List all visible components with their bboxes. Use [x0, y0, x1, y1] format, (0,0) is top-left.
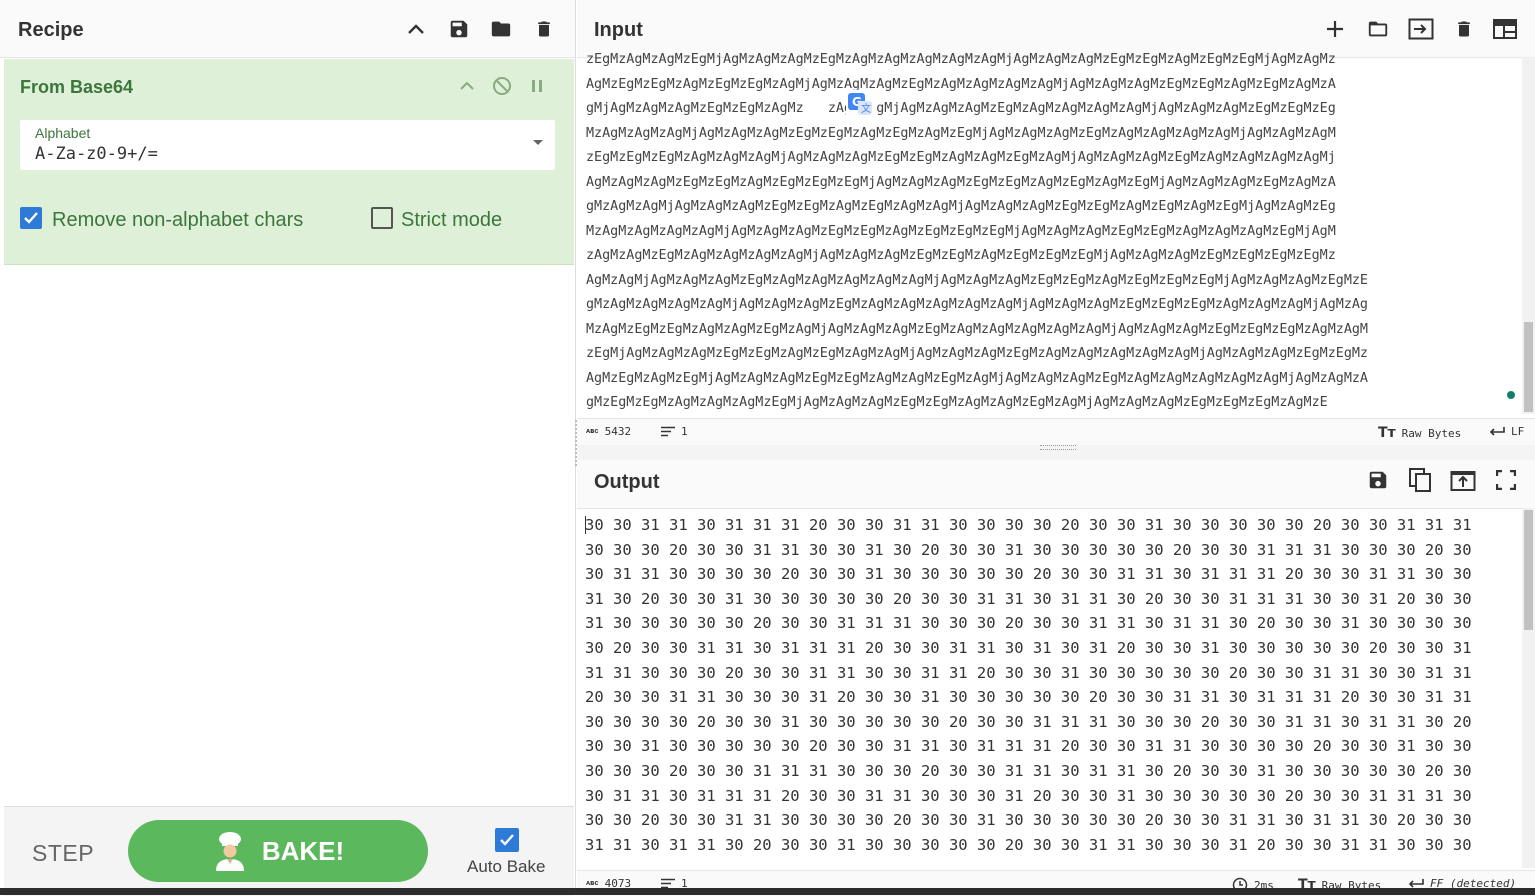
- copy-output-icon[interactable]: [1405, 465, 1435, 495]
- text-line: gMzEgMzEgMzAgMzAgMzAgMzEgMjAgMzAgMzAgMzE…: [586, 395, 1328, 410]
- chef-icon: [215, 832, 244, 871]
- clear-recipe-icon[interactable]: [529, 14, 559, 44]
- open-folder-icon[interactable]: [1406, 14, 1436, 44]
- remove-non-alphabet-label: Remove non-alphabet chars: [52, 209, 304, 231]
- text-line: 30 31 31 30 30 30 30 20 30 30 31 30 30 3…: [585, 565, 1472, 584]
- checkmark-icon: [500, 834, 514, 846]
- reset-layout-icon[interactable]: [1490, 14, 1520, 44]
- text-line: zEgMzAgMzAgMzEgMjAgMzAgMzAgMzEgMzAgMzAgM…: [586, 52, 1336, 67]
- text-line: 30 20 30 30 31 31 30 31 31 31 20 30 30 3…: [585, 638, 1472, 657]
- load-recipe-icon[interactable]: [486, 14, 516, 44]
- recipe-title: Recipe: [18, 19, 84, 41]
- output-scrollbar[interactable]: [1522, 508, 1535, 868]
- strict-mode-checkbox[interactable]: [371, 207, 393, 229]
- text-line: AgMzEgMzEgMzAgMzEgMzEgMzAgMjAgMzAgMzAgMz…: [586, 76, 1336, 92]
- save-recipe-icon[interactable]: [444, 14, 474, 44]
- text-line: 31 30 20 30 30 31 30 30 30 30 30 20 30 3…: [585, 589, 1472, 608]
- input-lines: 1: [661, 425, 688, 438]
- output-scrollbar-thumb[interactable]: [1524, 510, 1533, 630]
- text-line: 30 30 30 30 20 30 30 31 30 30 30 30 30 2…: [585, 712, 1472, 731]
- text-line: MzAgMzAgMzAgMjAgMzAgMzAgMzEgMzEgMzAgMzEg…: [586, 125, 1336, 141]
- text-line: gMjAgMzAgMzAgMzEgMzEgMzAgMz zAgMzEgMjAgM…: [586, 101, 1336, 116]
- text-line: 30 30 30 20 30 30 31 31 31 30 30 30 20 3…: [585, 761, 1472, 780]
- auto-bake-label: Auto Bake: [467, 857, 546, 876]
- text-line: AgMzEgMzAgMzEgMjAgMzAgMzAgMzEgMzEgMzAgMz…: [586, 370, 1368, 386]
- alphabet-label: Alphabet: [35, 125, 91, 141]
- text-line: gMzAgMzAgMjAgMzAgMzAgMzEgMzEgMzAgMzEgMzA…: [586, 199, 1336, 214]
- abc-icon: ᴀʙᴄ: [586, 427, 599, 435]
- bake-button[interactable]: BAKE!: [128, 820, 428, 882]
- add-input-tab-icon[interactable]: [1320, 14, 1350, 44]
- status-dot-icon: [1507, 391, 1515, 399]
- return-icon: [1489, 427, 1505, 436]
- input-title: Input: [594, 19, 643, 41]
- remove-non-alphabet-checkbox[interactable]: [20, 207, 42, 229]
- collapse-operation-icon[interactable]: [452, 71, 482, 101]
- output-panel: Output 30 30 31 31 30 31 31 31 20 30 30 …: [577, 460, 1535, 896]
- lines-icon: [661, 426, 675, 437]
- auto-bake-checkbox[interactable]: [495, 828, 519, 852]
- step-button[interactable]: STEP: [32, 840, 94, 867]
- text-line: 30 30 31 30 30 30 30 30 20 30 30 31 31 3…: [585, 737, 1472, 756]
- text-line: AgMzAgMjAgMzAgMzAgMzEgMzAgMzAgMzAgMzAgMz…: [586, 272, 1368, 288]
- recipe-title-bar: Recipe: [0, 0, 575, 58]
- input-status-bar: ᴀʙᴄ 5432 1 Tт Raw Bytes LF: [577, 418, 1535, 446]
- input-textarea[interactable]: zEgMzAgMzAgMzEgMjAgMzAgMzAgMzEgMzAgMzAgM…: [586, 48, 1521, 413]
- translate-icon: G 文: [848, 93, 872, 115]
- input-encoding-value: Raw Bytes: [1401, 426, 1462, 440]
- output-title-bar: Output: [577, 460, 1535, 509]
- checkmark-icon: [24, 212, 38, 224]
- text-line: AgMzAgMzAgMzEgMzEgMzAgMzEgMzEgMzEgMjAgMz…: [586, 174, 1336, 190]
- text-format-icon: Tт: [1378, 425, 1396, 441]
- translate-popup[interactable]: G 文: [846, 90, 876, 118]
- text-line: 31 30 30 30 30 30 20 30 30 31 31 31 30 3…: [585, 614, 1472, 633]
- alphabet-select[interactable]: Alphabet A-Za-z0-9+/=: [20, 120, 555, 170]
- operation-from-base64[interactable]: From Base64 Alphabet A-Za-z0-9+/= Remove…: [4, 59, 574, 265]
- clear-input-icon[interactable]: [1449, 14, 1479, 44]
- input-eol[interactable]: LF: [1489, 425, 1524, 438]
- text-line: 30 30 31 31 30 31 31 31 20 30 30 31 31 3…: [585, 516, 1472, 534]
- input-panel: Input zEgMzAgMzAgMzEgMjAgMzAgMzAgMzEgMzA…: [577, 0, 1535, 446]
- replace-input-icon[interactable]: [1448, 465, 1478, 495]
- text-line: zAgMzAgMzEgMzAgMzAgMzAgMzAgMjAgMzAgMzAgM…: [586, 248, 1336, 263]
- maximise-output-icon[interactable]: [1491, 465, 1521, 495]
- output-title: Output: [594, 471, 660, 493]
- resize-grip-icon: [1040, 445, 1076, 450]
- text-line: 20 30 30 31 31 30 30 30 31 20 30 30 31 3…: [585, 688, 1472, 707]
- input-scrollbar-thumb[interactable]: [1524, 322, 1533, 412]
- text-line: gMzAgMzAgMzAgMzAgMjAgMzAgMzAgMzEgMzAgMzA…: [586, 297, 1368, 312]
- text-line: zEgMjAgMzAgMzAgMzEgMzEgMzAgMzEgMzAgMzAgM…: [586, 346, 1368, 361]
- input-length-value: 5432: [604, 425, 632, 438]
- window-bottom-edge: [0, 888, 1535, 895]
- strict-mode-label: Strict mode: [401, 209, 503, 231]
- text-line: MzAgMzAgMzAgMzAgMjAgMzAgMzAgMzEgMzEgMzAg…: [586, 223, 1336, 239]
- open-file-icon[interactable]: [1363, 14, 1393, 44]
- input-scrollbar[interactable]: [1522, 57, 1535, 414]
- operation-title: From Base64: [20, 77, 134, 97]
- disable-operation-icon[interactable]: [487, 71, 517, 101]
- text-line: 30 30 30 20 30 30 31 31 30 30 31 30 20 3…: [585, 540, 1472, 559]
- abc-icon: ᴀʙᴄ: [586, 879, 599, 887]
- text-line: 31 31 30 30 30 20 30 30 31 31 30 30 31 3…: [585, 663, 1472, 682]
- input-length: ᴀʙᴄ 5432: [586, 425, 631, 438]
- svg-text:文: 文: [861, 102, 871, 115]
- dropdown-caret-icon[interactable]: [533, 140, 543, 145]
- alphabet-value: A-Za-z0-9+/=: [35, 144, 158, 164]
- bake-label: BAKE!: [261, 835, 345, 866]
- input-eol-value: LF: [1511, 425, 1525, 438]
- collapse-all-icon[interactable]: [401, 14, 431, 44]
- text-line: zEgMzEgMzEgMzAgMzAgMzAgMjAgMzAgMzAgMzEgM…: [586, 150, 1336, 165]
- input-lines-value: 1: [681, 425, 688, 438]
- save-output-icon[interactable]: [1363, 465, 1393, 495]
- text-line: 30 31 31 30 31 31 31 20 30 30 31 31 30 3…: [585, 786, 1472, 805]
- recipe-panel: Recipe From Base64 Alphabet A-Za-z0-9+/=: [0, 0, 576, 896]
- text-line: 30 30 20 30 30 31 31 30 30 30 30 20 30 3…: [585, 811, 1472, 830]
- text-line: 30 30 30 31 30 30 30 30 30 30 31 30 30 3…: [585, 857, 1515, 863]
- text-line: MzAgMzEgMzEgMzAgMzAgMzEgMzAgMjAgMzAgMzAg…: [586, 321, 1368, 337]
- pause-operation-icon[interactable]: [522, 71, 552, 101]
- controls-footer: STEP BAKE! Auto Bake: [4, 806, 574, 896]
- text-line: 31 31 30 31 31 30 20 30 30 31 30 30 30 3…: [585, 835, 1472, 854]
- output-textarea[interactable]: 30 30 31 31 30 31 31 31 20 30 30 31 31 3…: [585, 513, 1515, 863]
- input-encoding[interactable]: Tт Raw Bytes: [1378, 425, 1461, 441]
